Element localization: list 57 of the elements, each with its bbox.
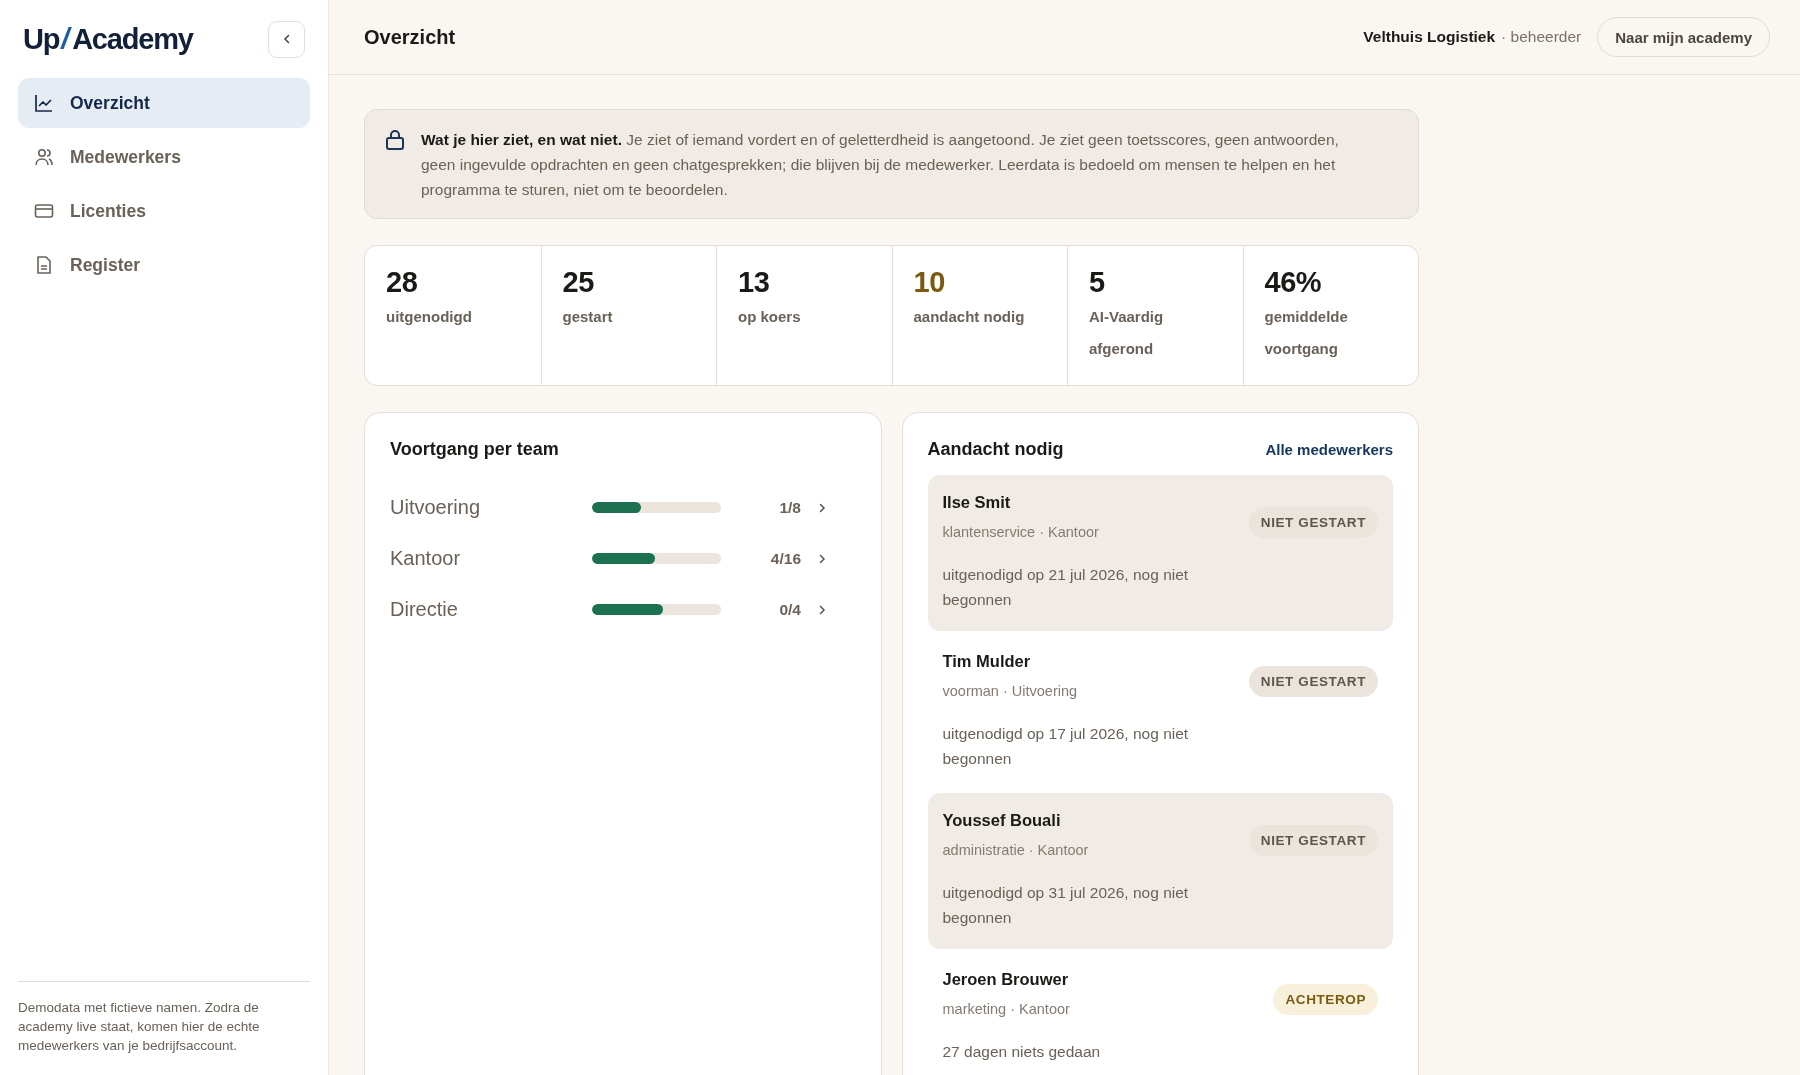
sidebar-item[interactable]: Licenties <box>18 186 310 236</box>
demo-note: Demodata met fictieve namen. Zodra de academy live staat, komen hier de echte medewerkers van je bedrijfsaccount. <box>18 999 261 1055</box>
academy-button[interactable]: Naar mijn academy <box>1597 17 1770 57</box>
stat-value: 10 <box>913 266 946 299</box>
employee-name: Ilse Smit <box>942 492 1012 513</box>
user-role: · beheerder <box>1501 28 1582 46</box>
stat-value: 46% <box>1264 266 1323 299</box>
team-count: 0/4 <box>778 600 801 619</box>
status-badge: ACHTEROP <box>1273 984 1378 1015</box>
status-badge: NIET GESTART <box>1248 825 1378 856</box>
employee-name: Youssef Bouali <box>942 810 1062 831</box>
employee-note: uitgenodigd op 31 jul 2026, nog niet begonnen <box>942 883 1190 928</box>
employee-item[interactable]: Jeroen Brouwer marketing · Kantoor 27 dagen niets gedaan ACHTEROP <box>927 952 1393 1075</box>
employee-item[interactable]: Youssef Bouali administratie · Kantoor uitgenodigd op 31 jul 2026, nog niet begonnen NIET GESTART <box>927 793 1393 949</box>
line-chart-icon <box>34 93 54 113</box>
stat-value: 28 <box>386 266 419 299</box>
all-employees-link[interactable]: Alle medewerkers <box>1265 441 1393 458</box>
logo: Up/Academy <box>23 22 193 56</box>
team-name: Uitvoering <box>390 496 482 519</box>
stat-value: 25 <box>562 266 595 299</box>
credit-card-icon <box>34 201 54 221</box>
employee-note: uitgenodigd op 21 jul 2026, nog niet begonnen <box>942 565 1190 610</box>
employee-item[interactable]: Tim Mulder voorman · Uitvoering uitgenodigd op 17 jul 2026, nog niet begonnen NIET GESTART <box>927 634 1393 790</box>
sidebar-item[interactable]: Register <box>18 240 310 290</box>
stat-value: 13 <box>738 266 771 299</box>
team-name: Directie <box>390 598 459 621</box>
stat-label: gestart <box>562 307 614 327</box>
sidebar-item[interactable]: Medewerkers <box>18 132 310 182</box>
employee-meta: klantenservice · Kantoor <box>942 524 1100 540</box>
status-badge: NIET GESTART <box>1248 507 1378 538</box>
employee-item[interactable]: Ilse Smit klantenservice · Kantoor uitgenodigd op 21 jul 2026, nog niet begonnen NIET GESTART <box>927 475 1393 631</box>
users-icon <box>34 147 54 167</box>
stat-label: aandacht nodig <box>913 307 1026 327</box>
team-count: 1/8 <box>778 498 801 517</box>
stat-label: op koers <box>738 307 802 327</box>
document-icon <box>34 255 54 275</box>
employee-name: Tim Mulder <box>942 651 1032 672</box>
card-title: Voortgang per team <box>390 439 560 460</box>
employee-meta: marketing · Kantoor <box>942 1001 1071 1017</box>
stat-label: uitgenodigd <box>386 307 473 327</box>
employee-meta: administratie · Kantoor <box>942 842 1090 858</box>
sidebar-item[interactable]: Overzicht <box>18 78 310 128</box>
employee-note: uitgenodigd op 17 jul 2026, nog niet begonnen <box>942 724 1190 769</box>
card-title: Aandacht nodig <box>927 439 1064 460</box>
employee-name: Jeroen Brouwer <box>942 969 1070 990</box>
employee-note: 27 dagen niets gedaan <box>942 1042 1102 1062</box>
stat-value: 5 <box>1089 266 1106 299</box>
stat-label: AI-Vaardig afgerond <box>1089 307 1165 359</box>
lock-icon <box>385 129 405 151</box>
company-name: Velthuis Logistiek <box>1363 28 1496 46</box>
notice-text: Wat je hier ziet, en wat niet. Je ziet of iemand vordert en of geletterdheid is aangetoond. Je ziet geen toetsscores, geen antwoorden, geen ingevulde opdrachten en geen chatgesprekken; die blijven bij de medewerker. Leerdata is bedoeld om mensen te helpen en het programma te sturen, niet om te beoordelen. <box>421 130 1340 200</box>
page-title: Overzicht <box>364 25 456 49</box>
team-name: Kantoor <box>390 547 462 570</box>
stat-label: gemiddelde voortgang <box>1264 307 1349 359</box>
team-count: 4/16 <box>769 549 801 568</box>
status-badge: NIET GESTART <box>1248 666 1378 697</box>
employee-meta: voorman · Uitvoering <box>942 683 1079 699</box>
